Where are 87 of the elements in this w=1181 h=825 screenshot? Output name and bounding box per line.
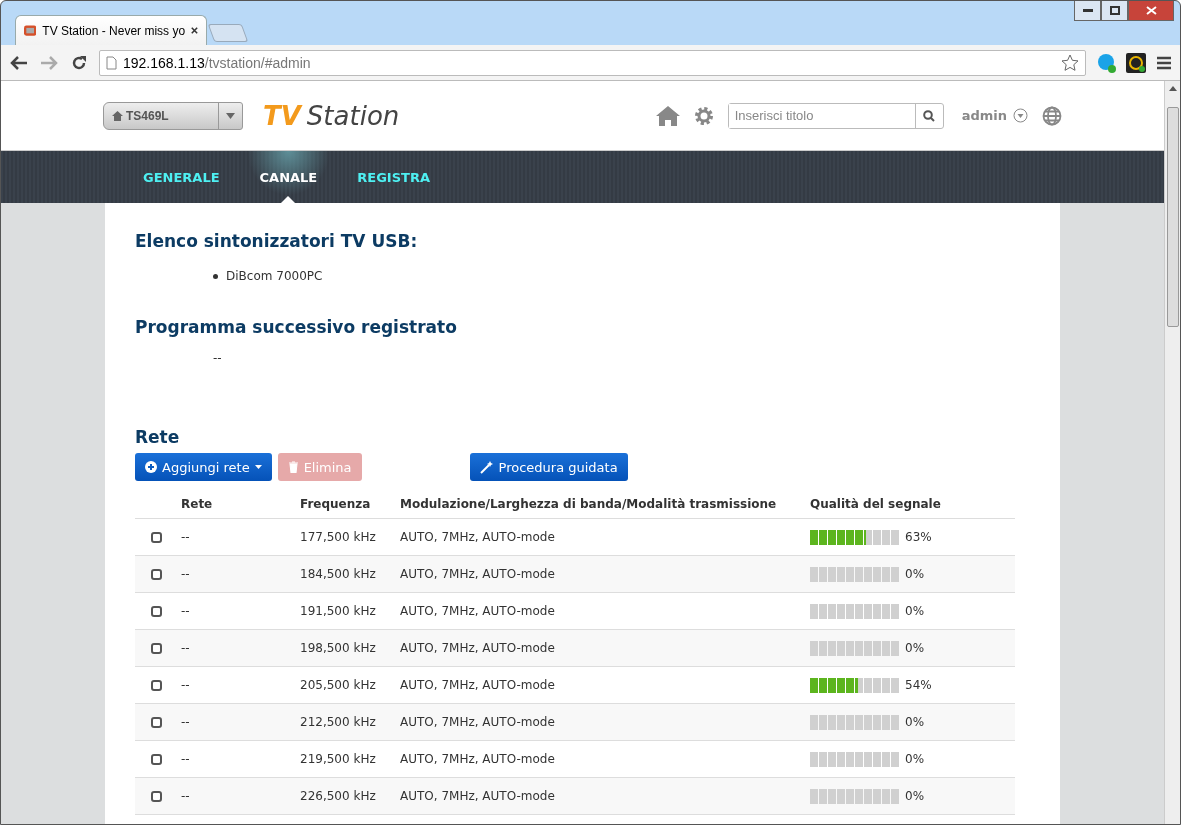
address-bar[interactable]: 192.168.1.13/tvstation/#admin <box>99 49 1086 76</box>
globe-icon[interactable] <box>1042 105 1062 126</box>
table-cell-text: 191,500 kHz <box>300 604 377 618</box>
table-cell-text: 212,500 kHz <box>300 715 377 729</box>
close-icon[interactable] <box>191 26 198 35</box>
row-checkbox[interactable] <box>151 790 162 802</box>
section-title: Rete <box>135 427 181 447</box>
browser-tab[interactable]: TV Station - Never miss yo <box>15 15 207 45</box>
settings-icon[interactable] <box>693 105 714 126</box>
wizard-button[interactable]: Procedura guidata <box>469 453 628 481</box>
table-cell-text: -- <box>181 567 191 581</box>
table-cell-text: AUTO, 7MHz, AUTO-mode <box>400 530 556 544</box>
table-cell-text: -- <box>181 678 191 692</box>
row-checkbox[interactable] <box>151 605 162 617</box>
magic-wand-icon <box>479 460 494 474</box>
close-icon <box>1145 6 1157 15</box>
caret-icon <box>254 465 262 469</box>
row-checkbox[interactable] <box>151 716 162 728</box>
minimize-icon <box>1082 9 1093 12</box>
search-icon[interactable] <box>923 109 936 122</box>
program-value: -- <box>213 351 222 365</box>
table-cell-text: AUTO, 7MHz, AUTO-mode <box>400 715 556 729</box>
table-cell-text: 184,500 kHz <box>300 567 377 581</box>
nav-tab[interactable]: GENERALE <box>123 151 240 203</box>
table-cell-text: 219,500 kHz <box>300 752 377 766</box>
table-cell-text: AUTO, 7MHz, AUTO-mode <box>400 567 556 581</box>
trash-icon <box>287 461 299 473</box>
signal-percent: 54% <box>905 678 932 692</box>
table-cell-text: AUTO, 7MHz, AUTO-mode <box>400 604 556 618</box>
search-field[interactable]: Inserisci titolo <box>727 102 944 129</box>
row-checkbox[interactable] <box>151 642 162 654</box>
table-cell-text: AUTO, 7MHz, AUTO-mode <box>400 678 556 692</box>
logo: TV Station <box>263 100 400 131</box>
row-checkbox[interactable] <box>151 568 162 580</box>
close-button[interactable] <box>1128 1 1174 21</box>
signal-percent: 0% <box>905 789 925 803</box>
tab-title: TV Station - Never miss yo <box>42 23 186 38</box>
url-text: 192.168.1.13/tvstation/#admin <box>123 54 311 71</box>
table-cell-text: 198,500 kHz <box>300 641 377 655</box>
table-cell-text: -- <box>181 641 191 655</box>
star-icon[interactable] <box>1061 53 1079 72</box>
table-cell-text: -- <box>181 604 191 618</box>
table-cell-text: 205,500 kHz <box>300 678 377 692</box>
table-cell-text: AUTO, 7MHz, AUTO-mode <box>400 641 556 655</box>
add-network-button[interactable]: Aggiungi rete <box>135 453 272 481</box>
nav-tab[interactable]: REGISTRA <box>337 151 450 203</box>
column-header: Frequenza <box>300 496 372 511</box>
table-cell-text: 226,500 kHz <box>300 789 377 803</box>
minimize-button[interactable] <box>1074 1 1101 21</box>
table-cell-text: -- <box>181 752 191 766</box>
plus-circle-icon <box>145 461 157 473</box>
row-checkbox[interactable] <box>151 531 162 543</box>
section-title: Programma successivo registrato <box>135 317 458 337</box>
menu-icon[interactable] <box>1156 55 1172 70</box>
scroll-up-icon[interactable] <box>1168 86 1177 91</box>
scrollbar-thumb[interactable] <box>1166 107 1179 327</box>
signal-percent: 0% <box>905 715 925 729</box>
table-cell-text: -- <box>181 530 191 544</box>
column-header: Qualità del segnale <box>810 496 942 511</box>
tuner-name: DiBcom 7000PC <box>226 269 323 283</box>
signal-percent: 63% <box>905 530 932 544</box>
signal-percent: 0% <box>905 567 925 581</box>
table-cell-text: 177,500 kHz <box>300 530 377 544</box>
row-checkbox[interactable] <box>151 679 162 691</box>
dropdown-icon[interactable] <box>1013 108 1028 123</box>
table-cell-text: -- <box>181 789 191 803</box>
signal-percent: 0% <box>905 641 925 655</box>
scrollbar[interactable] <box>1164 81 1180 824</box>
signal-percent: 0% <box>905 752 925 766</box>
home-icon[interactable] <box>655 105 680 126</box>
column-header: Rete <box>181 496 214 511</box>
table-cell-text: -- <box>181 715 191 729</box>
home-icon <box>112 110 123 121</box>
user-name[interactable]: admin <box>961 108 1007 123</box>
maximize-icon <box>1109 6 1120 15</box>
caret-icon <box>226 112 235 119</box>
page-icon <box>106 55 117 70</box>
table-cell-text: AUTO, 7MHz, AUTO-mode <box>400 789 556 803</box>
bullet-icon <box>213 273 218 279</box>
device-dropdown[interactable]: TS469L <box>103 101 243 130</box>
maximize-button[interactable] <box>1101 1 1128 21</box>
signal-percent: 0% <box>905 604 925 618</box>
section-title: Elenco sintonizzatori TV USB: <box>135 231 419 251</box>
column-header: Modulazione/Larghezza di banda/Modalità trasmissione <box>400 496 778 511</box>
row-checkbox[interactable] <box>151 753 162 765</box>
table-cell-text: AUTO, 7MHz, AUTO-mode <box>400 752 556 766</box>
tv-icon <box>24 23 37 38</box>
